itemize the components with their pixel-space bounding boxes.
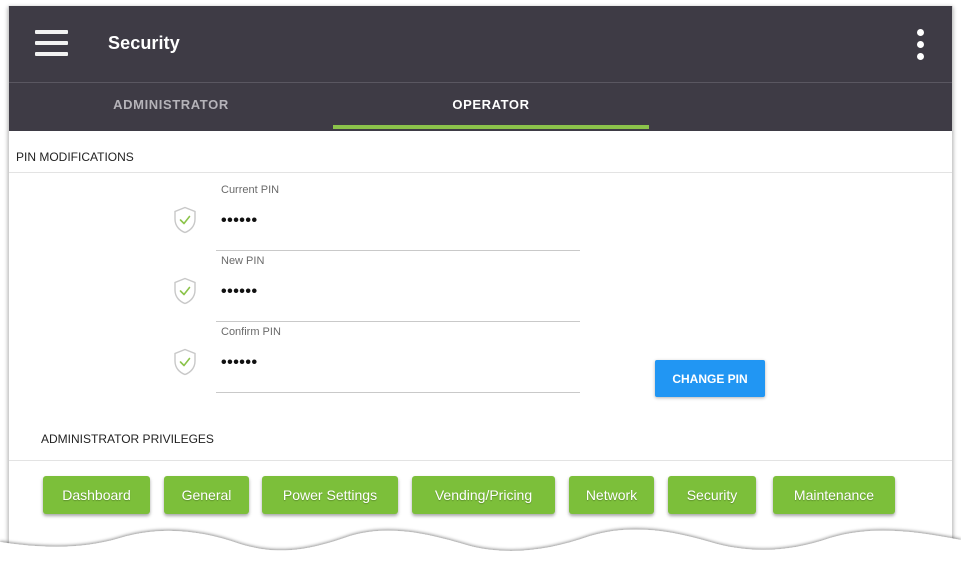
- privilege-maintenance[interactable]: Maintenance: [773, 476, 895, 514]
- new-pin-label: New PIN: [221, 255, 265, 267]
- more-vertical-icon[interactable]: [914, 29, 926, 61]
- shield-check-icon: [174, 206, 196, 234]
- confirm-pin-field[interactable]: Confirm PIN ••••••: [216, 326, 580, 393]
- privilege-power-settings[interactable]: Power Settings: [262, 476, 398, 514]
- security-screen: Security ADMINISTRATOR OPERATOR PIN MODI…: [8, 6, 953, 563]
- tab-operator[interactable]: OPERATOR: [333, 83, 649, 131]
- app-bar: Security: [9, 6, 952, 82]
- page-title: Security: [108, 33, 180, 53]
- shield-check-icon: [174, 348, 196, 376]
- pin-modifications-header: PIN MODIFICATIONS: [9, 130, 952, 173]
- change-pin-button[interactable]: CHANGE PIN: [655, 360, 765, 397]
- active-tab-indicator: [333, 125, 649, 129]
- current-pin-field[interactable]: Current PIN ••••••: [216, 184, 580, 251]
- privilege-security[interactable]: Security: [668, 476, 756, 514]
- section-title: PIN MODIFICATIONS: [16, 150, 134, 164]
- tab-administrator[interactable]: ADMINISTRATOR: [9, 83, 333, 131]
- current-pin-label: Current PIN: [221, 184, 280, 196]
- torn-edge-decoration: [0, 529, 961, 563]
- tab-bar: ADMINISTRATOR OPERATOR: [9, 82, 952, 131]
- privilege-general[interactable]: General: [164, 476, 249, 514]
- tab-operator-label: OPERATOR: [452, 97, 530, 112]
- privilege-network[interactable]: Network: [569, 476, 654, 514]
- current-pin-input[interactable]: ••••••: [221, 212, 521, 230]
- hamburger-menu-icon[interactable]: [35, 30, 68, 56]
- administrator-privileges-header: ADMINISTRATOR PRIVILEGES: [9, 420, 952, 461]
- shield-check-icon: [174, 277, 196, 305]
- confirm-pin-input[interactable]: ••••••: [221, 354, 521, 372]
- section-title: ADMINISTRATOR PRIVILEGES: [41, 432, 214, 446]
- confirm-pin-label: Confirm PIN: [221, 326, 281, 338]
- new-pin-field[interactable]: New PIN ••••••: [216, 255, 580, 322]
- new-pin-input[interactable]: ••••••: [221, 283, 521, 301]
- privilege-vending-pricing[interactable]: Vending/Pricing: [412, 476, 555, 514]
- privilege-dashboard[interactable]: Dashboard: [43, 476, 150, 514]
